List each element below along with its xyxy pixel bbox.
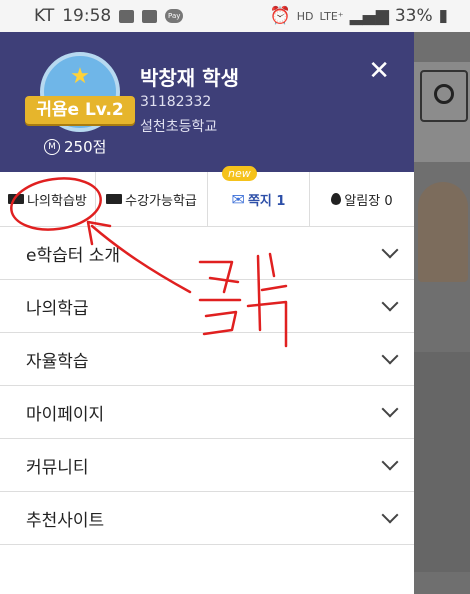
drop-icon: [331, 193, 342, 205]
alarm-icon: ⏰: [269, 6, 291, 26]
class-icon: [106, 194, 123, 204]
tab-label: 알림장 0: [344, 193, 393, 209]
tab-messages[interactable]: new ✉ 쪽지 1: [208, 166, 310, 226]
tab-label: 쪽지 1: [247, 193, 286, 209]
chevron-down-icon: [381, 241, 399, 259]
chevron-down-icon: [381, 347, 399, 365]
chevron-down-icon: [381, 400, 399, 418]
side-menu-panel: ★ 귀욤e Lv.2 M 250점 박창재 학생 31182332 설천초등학교…: [0, 32, 414, 594]
tab-available-classes[interactable]: 수강가능학급: [96, 172, 208, 226]
star-icon: ★: [70, 64, 90, 89]
level-badge: ★ 귀욤e Lv.2: [25, 52, 135, 142]
points: M 250점: [44, 136, 106, 157]
signal-icon: ▂▄▆: [349, 6, 389, 26]
menu-item-self-study[interactable]: 자율학습: [0, 333, 414, 386]
point-icon: M: [44, 138, 60, 155]
quick-tabs: 나의학습방 수강가능학급 new ✉ 쪽지 1 알림장 0: [0, 166, 414, 227]
menu-item-intro[interactable]: e학습터 소개: [0, 227, 414, 280]
background-content: [414, 352, 470, 572]
carrier-label: KT: [34, 6, 55, 26]
classroom-icon: [8, 194, 25, 204]
tab-label: 수강가능학급: [125, 193, 197, 209]
tab-notices[interactable]: 알림장 0: [310, 172, 414, 226]
battery-label: 33%: [394, 6, 433, 26]
youtube-icon: [142, 9, 158, 23]
chevron-down-icon: [381, 506, 399, 524]
battery-icon: ▮: [438, 6, 448, 26]
background-character-image: [418, 182, 468, 282]
envelope-icon: ✉: [231, 189, 245, 209]
gallery-icon: [119, 9, 135, 23]
tab-label: 나의학습방: [27, 193, 87, 209]
points-value: 250점: [64, 138, 107, 156]
menu-label: 커뮤니티: [26, 457, 89, 478]
profile-header: ★ 귀욤e Lv.2 M 250점 박창재 학생 31182332 설천초등학교…: [0, 32, 414, 172]
background-page: [414, 32, 470, 594]
menu-label: 추천사이트: [26, 510, 105, 531]
menu-item-my-class[interactable]: 나의학급: [0, 280, 414, 333]
close-icon[interactable]: ✕: [368, 56, 390, 86]
hd-label: HD: [296, 9, 314, 23]
chevron-down-icon: [381, 453, 399, 471]
school-name: 설천초등학교: [140, 119, 218, 135]
menu-label: 마이페이지: [26, 404, 105, 425]
main-menu: e학습터 소개 나의학급 자율학습 마이페이지 커뮤니티 추천사이트: [0, 227, 414, 545]
menu-label: 나의학급: [26, 298, 89, 319]
user-name: 박창재 학생: [140, 66, 239, 90]
menu-label: e학습터 소개: [26, 245, 121, 266]
menu-item-my-page[interactable]: 마이페이지: [0, 386, 414, 439]
user-id: 31182332: [140, 94, 212, 110]
network-label: LTE⁺: [319, 9, 344, 23]
new-badge: new: [222, 166, 257, 181]
menu-item-recommended-sites[interactable]: 추천사이트: [0, 492, 414, 545]
menu-label: 자율학습: [26, 351, 89, 372]
menu-item-community[interactable]: 커뮤니티: [0, 439, 414, 492]
clock: 19:58: [62, 6, 112, 26]
status-bar: KT 19:58 Pay ⏰ HD LTE⁺ ▂▄▆ 33% ▮: [0, 0, 470, 32]
background-search-icon: [420, 70, 468, 122]
tab-my-classroom[interactable]: 나의학습방: [0, 172, 96, 226]
chevron-down-icon: [381, 294, 399, 312]
level-label: 귀욤e Lv.2: [25, 96, 135, 124]
pay-icon: Pay: [165, 9, 184, 23]
